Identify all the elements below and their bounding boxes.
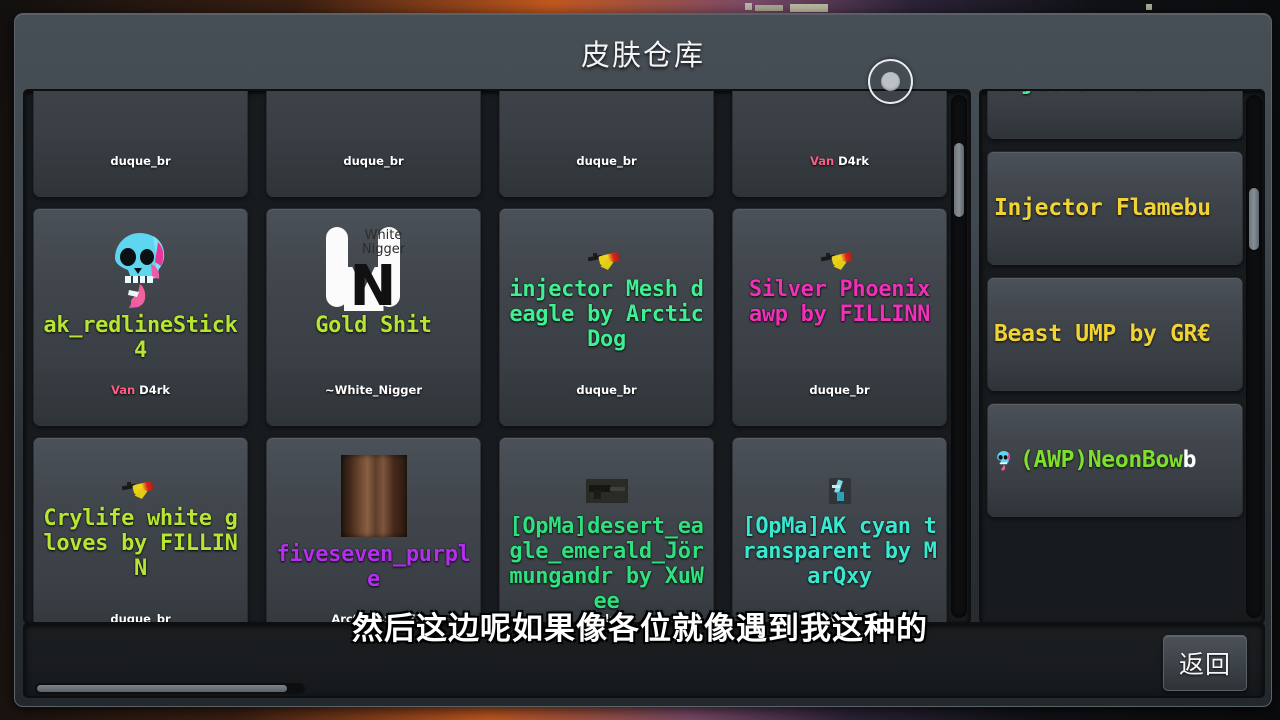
skin-list-item-label: injector Mesh de — [994, 91, 1211, 95]
skin-list-item-label: Beast UMP by GR€ — [994, 321, 1211, 347]
game-hud-pixel — [745, 3, 752, 10]
card-author: duque_br — [576, 154, 637, 168]
click-indicator — [868, 59, 913, 104]
footer-horizontal-scrollbar[interactable] — [35, 683, 305, 694]
game-hud-bar — [755, 5, 783, 11]
card-title: injector Mesh deagle by ArcticDog — [509, 277, 704, 353]
skin-list-item-label: Injector Flamebu — [994, 195, 1211, 221]
skin-card[interactable]: White Nigger N Gold Shit ~White_Nigger — [266, 208, 481, 426]
card-author: duque_br — [809, 383, 870, 397]
list-vertical-scrollbar[interactable] — [1246, 95, 1262, 618]
skin-grid-scroll[interactable]: duque_br duque_br duque_br Van D4rk ak_redl… — [25, 91, 969, 622]
card-author: Van D4rk — [110, 383, 171, 397]
back-button[interactable]: 返回 — [1163, 635, 1247, 691]
skin-card[interactable]: Van D4rk — [732, 91, 947, 197]
grid-row: Crylife white gloves by FILLINN duque_br f… — [31, 437, 963, 622]
skin-card[interactable]: [OpMa]desert_eagle_emerald_Jörmungandr b… — [499, 437, 714, 622]
grid-row: ak_redlineStick4 Van D4rk White Nigger N Gold… — [31, 208, 963, 426]
skin-list-item[interactable]: Beast UMP by GR€ — [987, 277, 1243, 391]
pistol-icon — [820, 245, 860, 275]
dark-gun-icon — [585, 470, 628, 512]
skin-card[interactable]: injector Mesh deagle by ArcticDog duque_b… — [499, 208, 714, 426]
page-title: 皮肤仓库 — [580, 38, 705, 72]
card-title: [OpMa]desert_eagle_emerald_Jörmungandr b… — [509, 514, 704, 615]
skin-list-item[interactable]: (AWP)NeonBow b — [987, 403, 1243, 517]
skin-list-scroll[interactable]: injector Mesh de Injector Flamebu Beast UM… — [987, 91, 1243, 622]
skin-card[interactable]: duque_br — [266, 91, 481, 197]
skin-list-item[interactable]: Injector Flamebu — [987, 151, 1243, 265]
card-title: [OpMa]AK cyan transparent by MarQxy — [742, 514, 937, 590]
skin-list-item-label-trail: b — [1182, 447, 1197, 473]
skull-icon-svg — [997, 451, 1011, 471]
skin-card[interactable]: duque_br — [499, 91, 714, 197]
skin-card[interactable]: Crylife white gloves by FILLINN duque_br — [33, 437, 248, 622]
skull-icon — [994, 447, 1014, 473]
content-area: duque_br duque_br duque_br Van D4rk ak_redl… — [23, 89, 1265, 624]
skin-list-panel: injector Mesh de Injector Flamebu Beast UM… — [979, 89, 1265, 624]
skin-card[interactable]: duque_br — [33, 91, 248, 197]
skull-icon — [103, 223, 179, 311]
cyan-gun-icon — [828, 470, 851, 512]
skull-icon-svg — [114, 233, 164, 308]
scrollbar-thumb[interactable] — [37, 685, 287, 692]
screen: 皮肤仓库 duque_br duque_br duque_br Van D4rk ak… — [0, 0, 1280, 720]
card-author: duque_br — [576, 383, 637, 397]
skin-card[interactable]: Silver Phoenix awp by FILLINN duque_br — [732, 208, 947, 426]
game-hud-pixel — [1146, 4, 1152, 10]
skin-list-item-label: (AWP)NeonBow — [1020, 447, 1183, 473]
card-title: Silver Phoenix awp by FILLINN — [748, 277, 931, 328]
skin-list-item[interactable]: injector Mesh de — [987, 91, 1243, 139]
pistol-icon — [121, 474, 161, 504]
skin-card[interactable]: ak_redlineStick4 Van D4rk — [33, 208, 248, 426]
card-title: Crylife white gloves by FILLINN — [43, 506, 238, 582]
click-indicator-dot — [881, 72, 900, 91]
pistol-icon — [587, 245, 627, 275]
skin-card[interactable]: fiveseven_purple ArcticFox007 — [266, 437, 481, 622]
wood-texture-icon — [340, 452, 407, 540]
grid-vertical-scrollbar[interactable] — [951, 95, 967, 618]
white-nigger-logo-icon: White Nigger N — [322, 223, 426, 315]
scrollbar-thumb[interactable] — [1249, 188, 1259, 250]
skin-grid-panel: duque_br duque_br duque_br Van D4rk ak_redl… — [23, 89, 971, 624]
card-author: Van D4rk — [809, 154, 870, 168]
card-title: fiveseven_purple — [276, 542, 471, 593]
card-title: ak_redlineStick4 — [43, 313, 238, 364]
game-hud-bar — [790, 4, 828, 12]
card-author: duque_br — [110, 154, 171, 168]
skin-warehouse-dialog: 皮肤仓库 duque_br duque_br duque_br Van D4rk ak… — [14, 13, 1272, 707]
card-author: duque_br — [343, 154, 404, 168]
scrollbar-thumb[interactable] — [954, 143, 964, 217]
dialog-footer: 返回 — [23, 622, 1265, 698]
card-author: ~White_Nigger — [325, 383, 422, 397]
grid-row: duque_br duque_br duque_br Van D4rk — [31, 91, 963, 197]
skin-card[interactable]: [OpMa]AK cyan transparent by MarQxy ~vlad — [732, 437, 947, 622]
